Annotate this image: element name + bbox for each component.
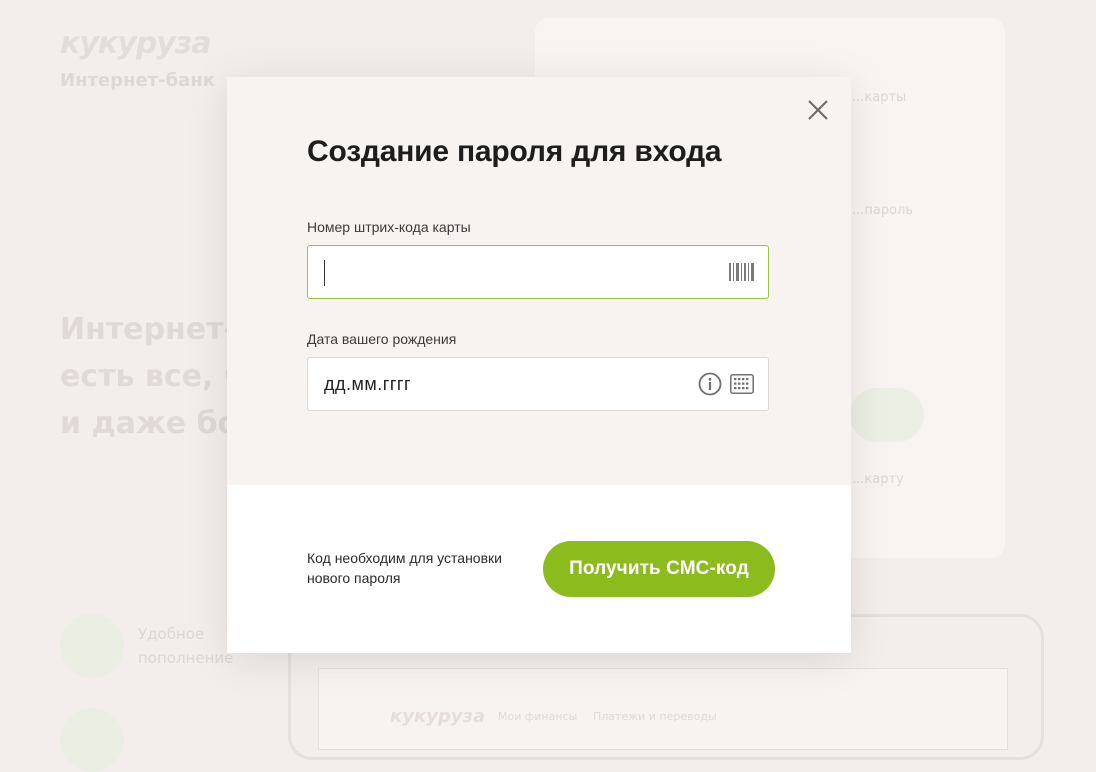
birthdate-field-label: Дата вашего рождения: [307, 331, 457, 347]
dialog-footer: Код необходим для установки нового парол…: [227, 485, 851, 653]
close-icon: [808, 100, 828, 120]
mini-nav-item: Мои финансы: [498, 710, 578, 723]
login-card-text: ...пароль: [852, 203, 914, 218]
login-card-text: ...карту: [852, 472, 904, 487]
barcode-input[interactable]: [324, 246, 684, 298]
bank-logo-subtitle: Интернет-банк: [60, 70, 215, 91]
info-icon[interactable]: [698, 372, 722, 400]
barcode-field[interactable]: [307, 245, 769, 299]
birthdate-input[interactable]: [324, 358, 684, 410]
footer-note: Код необходим для установки нового парол…: [307, 550, 502, 586]
feature-text-line: пополнение: [138, 649, 234, 667]
birthdate-field[interactable]: [307, 357, 769, 411]
feature-text-line: Удобное: [138, 625, 205, 643]
mini-logo: кукуруза: [390, 706, 486, 727]
bank-logo: кукуруза: [60, 26, 212, 61]
dialog-title: Создание пароля для входа: [307, 135, 722, 168]
create-password-dialog: Создание пароля для входа Номер штрих-ко…: [227, 77, 851, 653]
feature-icon: [60, 708, 124, 772]
feature-text: Удобное пополнение: [138, 622, 233, 670]
feature-icon: [60, 614, 124, 678]
close-button[interactable]: [805, 97, 831, 123]
text-caret: [324, 260, 325, 286]
keyboard-icon[interactable]: [730, 374, 754, 398]
mini-nav-item: Платежи и переводы: [593, 710, 717, 723]
login-card-text: ...карты: [852, 90, 907, 105]
login-card-button: [850, 388, 924, 442]
barcode-field-label: Номер штрих-кода карты: [307, 219, 471, 235]
barcode-icon[interactable]: [729, 263, 755, 285]
get-sms-code-button[interactable]: Получить СМС-код: [543, 541, 775, 597]
